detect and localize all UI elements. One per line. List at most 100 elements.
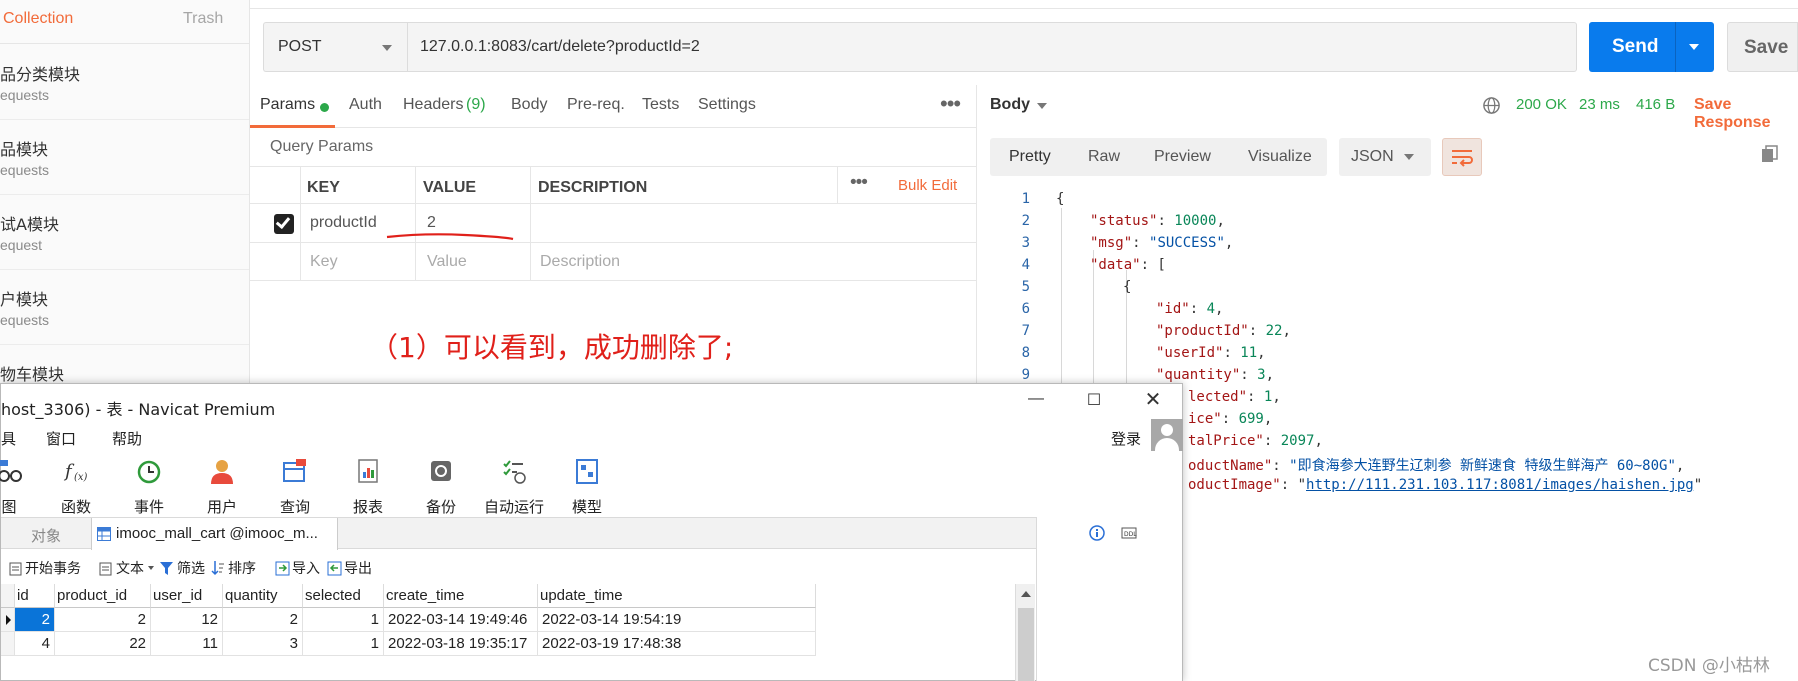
ddl-icon[interactable]: DDL (1121, 525, 1137, 541)
tab-body[interactable]: Body (511, 96, 547, 114)
scroll-thumb[interactable] (1018, 608, 1034, 681)
table-cell[interactable]: 2022-03-19 17:48:38 (538, 632, 816, 656)
key-input[interactable]: Key (310, 253, 338, 271)
tab-preview[interactable]: Preview (1154, 148, 1211, 166)
image-link[interactable]: http://111.231.103.117:8081/images/haish… (1306, 477, 1694, 493)
tab-headers[interactable]: Headers (403, 96, 463, 114)
table-cell[interactable]: 1 (303, 608, 384, 632)
collection-item[interactable]: 户模块 equests (0, 270, 249, 345)
sort-button[interactable]: 排序 (228, 558, 256, 578)
tab-objects[interactable]: 对象 (31, 525, 61, 546)
param-value-input[interactable]: 2 (427, 214, 436, 232)
value-input[interactable]: Value (427, 253, 467, 271)
column-header[interactable]: user_id (151, 584, 223, 608)
param-key-input[interactable]: productId (310, 214, 377, 232)
chevron-down-icon[interactable] (1689, 44, 1699, 50)
response-body-label[interactable]: Body (990, 96, 1030, 114)
column-header[interactable]: selected (303, 584, 384, 608)
clock-icon (137, 460, 161, 484)
table-cell[interactable]: 3 (223, 632, 303, 656)
tab-params[interactable]: Params (260, 96, 315, 114)
copy-icon[interactable] (1761, 145, 1779, 163)
tool-backup[interactable]: 备份 (411, 454, 471, 518)
avatar[interactable] (1151, 419, 1183, 451)
menu-tools[interactable]: 具 (1, 428, 16, 449)
collection-count: equests (0, 162, 50, 178)
table-cell[interactable]: 2022-03-14 19:54:19 (538, 608, 816, 632)
close-button[interactable]: ✕ (1138, 387, 1168, 411)
import-button[interactable]: 导入 (292, 558, 320, 578)
text-button[interactable]: 文本 (116, 558, 144, 578)
code-line: "quantity": 3, (1156, 367, 1275, 383)
table-cell[interactable]: 11 (151, 632, 223, 656)
table-cell[interactable]: 2 (55, 608, 151, 632)
tool-user[interactable]: 用户 (192, 454, 252, 518)
table-cell[interactable]: 22 (55, 632, 151, 656)
save-button[interactable]: Save (1727, 22, 1798, 72)
send-button[interactable]: Send (1589, 22, 1714, 72)
login-link[interactable]: 登录 (1111, 428, 1141, 449)
tab-table[interactable]: imooc_mall_cart @imooc_m... (91, 518, 338, 550)
more-icon[interactable]: ••• (850, 172, 868, 194)
save-response-button[interactable]: Save Response (1694, 96, 1798, 132)
export-button[interactable]: 导出 (344, 558, 372, 578)
column-header[interactable]: create_time (384, 584, 538, 608)
menu-window[interactable]: 窗口 (46, 428, 76, 449)
tool-automation[interactable]: 自动运行 (484, 454, 544, 518)
column-header[interactable]: id (15, 584, 55, 608)
table-cell[interactable]: 4 (15, 632, 55, 656)
url-input[interactable]: 127.0.0.1:8083/cart/delete?productId=2 (407, 22, 1577, 72)
row-selector[interactable] (1, 608, 15, 632)
chevron-down-icon[interactable] (148, 566, 154, 570)
tab-visualize[interactable]: Visualize (1248, 148, 1312, 166)
table-cell[interactable]: 2 (223, 608, 303, 632)
tool-function[interactable]: f (x) 函数 (46, 454, 106, 518)
table-cell[interactable]: 1 (303, 632, 384, 656)
collection-name: 试A模块 (0, 215, 59, 234)
collection-item[interactable]: 试A模块 equest (0, 195, 249, 270)
tool-model[interactable]: 模型 (557, 454, 617, 518)
tab-auth[interactable]: Auth (349, 96, 382, 114)
chevron-down-icon[interactable] (1037, 103, 1047, 109)
minimize-button[interactable]: — (1021, 390, 1051, 414)
wrap-lines-button[interactable] (1442, 138, 1482, 176)
format-select[interactable]: JSON (1339, 138, 1431, 176)
column-header[interactable]: update_time (538, 584, 816, 608)
column-header[interactable]: product_id (55, 584, 151, 608)
tab-settings[interactable]: Settings (698, 96, 756, 114)
tab-raw[interactable]: Raw (1088, 148, 1120, 166)
query-icon (283, 459, 306, 482)
divider (1675, 22, 1676, 72)
view-mode-tabs: Pretty Raw Preview Visualize (990, 138, 1327, 176)
table-cell[interactable]: 2 (15, 608, 55, 632)
tab-prereq[interactable]: Pre-req. (567, 96, 625, 114)
table-cell[interactable]: 12 (151, 608, 223, 632)
filter-button[interactable]: 筛选 (177, 558, 205, 578)
tab-trash[interactable]: Trash (183, 10, 223, 28)
globe-icon[interactable] (1482, 96, 1501, 115)
info-icon[interactable] (1089, 525, 1105, 541)
row-selector[interactable] (1, 632, 15, 656)
scroll-up-icon[interactable] (1021, 591, 1031, 597)
vertical-scrollbar[interactable] (1015, 584, 1035, 681)
maximize-button[interactable]: ☐ (1079, 390, 1109, 414)
tab-tests[interactable]: Tests (642, 96, 679, 114)
tool-report[interactable]: 报表 (338, 454, 398, 518)
tab-pretty[interactable]: Pretty (1009, 148, 1051, 166)
bulk-edit-link[interactable]: Bulk Edit (898, 177, 957, 194)
more-icon[interactable]: ••• (940, 91, 961, 117)
collection-item[interactable]: 品模块 equests (0, 120, 249, 195)
tab-collection[interactable]: Collection (3, 10, 73, 28)
tool-event[interactable]: 事件 (119, 454, 179, 518)
table-cell[interactable]: 2022-03-18 19:35:17 (384, 632, 538, 656)
column-header[interactable]: quantity (223, 584, 303, 608)
collection-item[interactable]: 品分类模块 equests (0, 45, 249, 120)
param-checkbox[interactable] (274, 213, 294, 234)
begin-transaction-button[interactable]: 开始事务 (25, 558, 81, 578)
menu-help[interactable]: 帮助 (112, 428, 142, 449)
table-cell[interactable]: 2022-03-14 19:49:46 (384, 608, 538, 632)
method-select[interactable]: POST (263, 22, 407, 72)
tool-query[interactable]: 查询 (265, 454, 325, 518)
tool-diagram[interactable]: 图 (0, 454, 39, 518)
description-input[interactable]: Description (540, 253, 620, 271)
